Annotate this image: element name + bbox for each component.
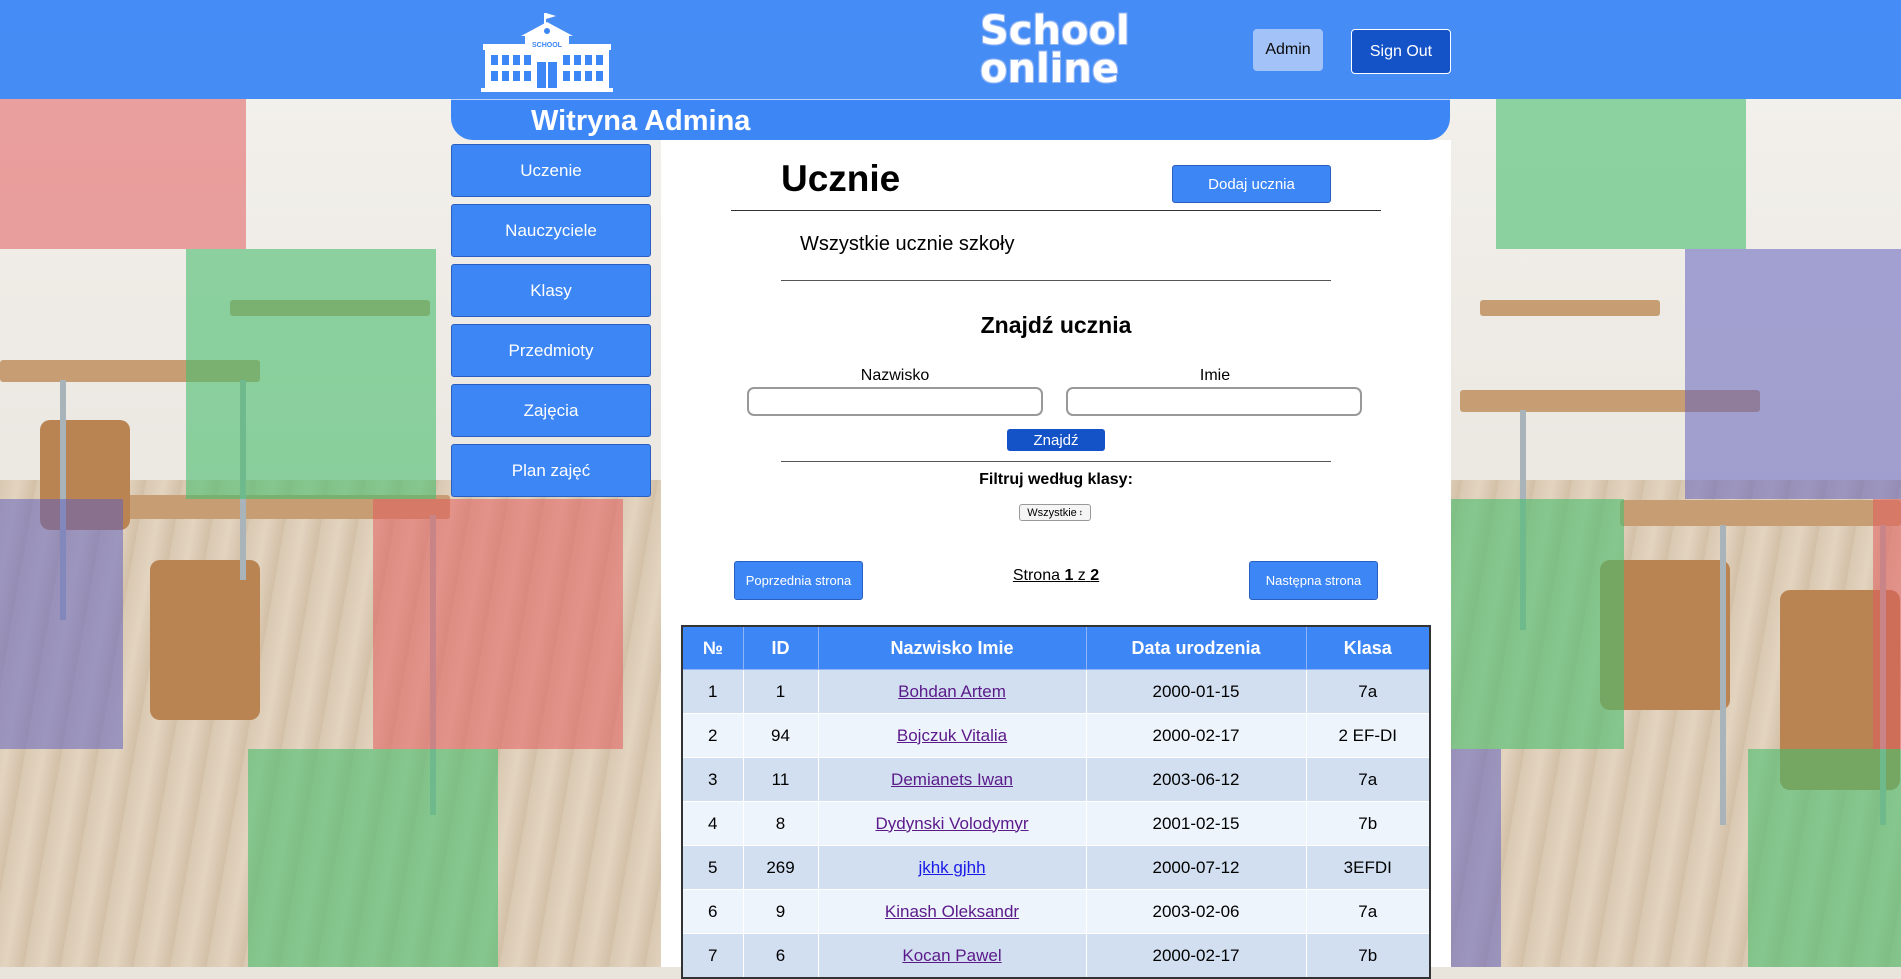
column-header-name: Nazwisko Imie	[817, 625, 1087, 670]
students-table: № ID Nazwisko Imie Data urodzenia Klasa …	[681, 625, 1431, 979]
class-filter-value: Wszystkie	[1027, 506, 1077, 519]
student-id: 269	[742, 845, 819, 890]
brand-line2: online	[980, 46, 1119, 92]
page-of: z	[1077, 567, 1086, 584]
student-name-link[interactable]: Demianets Iwan	[891, 770, 1013, 789]
student-id: 11	[742, 757, 819, 802]
birth-date: 2000-02-17	[1085, 713, 1307, 758]
class-name: 7a	[1305, 669, 1431, 714]
search-button[interactable]: Znajdź	[1007, 429, 1105, 451]
row-number: 3	[681, 757, 744, 802]
row-number: 2	[681, 713, 744, 758]
sidebar-item-lessons[interactable]: Zajęcia	[451, 384, 651, 437]
sidebar-nav: Uczenie Nauczyciele Klasy Przedmioty Zaj…	[451, 144, 651, 504]
first-name-input[interactable]	[1066, 387, 1362, 416]
class-name: 7b	[1305, 933, 1431, 979]
search-heading: Znajdź ucznia	[980, 312, 1132, 338]
student-name-link[interactable]: Bojczuk Vitalia	[897, 726, 1007, 745]
birth-date: 2000-02-17	[1085, 933, 1307, 979]
page-title: Ucznie	[781, 158, 901, 199]
divider	[781, 280, 1331, 281]
birth-date: 2000-01-15	[1085, 669, 1307, 714]
banner-title: Witryna Admina	[531, 105, 751, 137]
student-name-link[interactable]: Kinash Oleksandr	[885, 902, 1019, 921]
class-name: 2 EF-DI	[1305, 713, 1431, 758]
first-name-label: Imie	[1199, 367, 1231, 384]
table-row: 2 94 Bojczuk Vitalia 2000-02-17 2 EF-DI	[681, 713, 1431, 758]
class-name: 7a	[1305, 889, 1431, 934]
svg-text:SCHOOL: SCHOOL	[532, 42, 563, 49]
row-number: 7	[681, 933, 744, 979]
select-arrows-icon: ↕	[1078, 508, 1083, 517]
sidebar-item-subjects[interactable]: Przedmioty	[451, 324, 651, 377]
student-name-link[interactable]: Kocan Pawel	[902, 946, 1001, 965]
surname-label: Nazwisko	[860, 367, 930, 384]
brand-logo-text: School online	[980, 8, 1130, 92]
sidebar-item-teachers[interactable]: Nauczyciele	[451, 204, 651, 257]
birth-date: 2003-06-12	[1085, 757, 1307, 802]
student-name-cell: Bojczuk Vitalia	[817, 713, 1087, 758]
student-id: 94	[742, 713, 819, 758]
birth-date: 2001-02-15	[1085, 801, 1307, 846]
table-row: 6 9 Kinash Oleksandr 2003-02-06 7a	[681, 889, 1431, 934]
column-header-birthdate: Data urodzenia	[1085, 625, 1307, 670]
table-row: 1 1 Bohdan Artem 2000-01-15 7a	[681, 669, 1431, 714]
column-header-id: ID	[742, 625, 819, 670]
student-id: 9	[742, 889, 819, 934]
student-id: 8	[742, 801, 819, 846]
column-header-class: Klasa	[1305, 625, 1431, 670]
class-filter-select[interactable]: Wszystkie ↕	[1019, 504, 1091, 521]
page-subtitle: Wszystkie ucznie szkoły	[800, 233, 1015, 255]
top-header: SCHOOL School online Admin Sign Out	[0, 0, 1901, 99]
table-row: 4 8 Dydynski Volodymyr 2001-02-15 7b	[681, 801, 1431, 846]
student-name-link[interactable]: Bohdan Artem	[898, 682, 1006, 701]
add-student-button[interactable]: Dodaj ucznia	[1172, 165, 1331, 203]
admin-button[interactable]: Admin	[1253, 29, 1323, 71]
student-name-cell: jkhk gjhh	[817, 845, 1087, 890]
current-page: 1	[1064, 567, 1074, 584]
sidebar-item-schedule[interactable]: Plan zajęć	[451, 444, 651, 497]
table-row: 5 269 jkhk gjhh 2000-07-12 3EFDI	[681, 845, 1431, 890]
class-name: 3EFDI	[1305, 845, 1431, 890]
birth-date: 2003-02-06	[1085, 889, 1307, 934]
student-name-cell: Kinash Oleksandr	[817, 889, 1087, 934]
next-page-button[interactable]: Następna strona	[1249, 561, 1378, 600]
surname-input[interactable]	[747, 387, 1043, 416]
sign-out-button[interactable]: Sign Out	[1351, 29, 1451, 74]
class-name: 7b	[1305, 801, 1431, 846]
class-name: 7a	[1305, 757, 1431, 802]
brand-line1: School	[980, 8, 1130, 54]
divider	[781, 461, 1331, 462]
student-name-link[interactable]: jkhk gjhh	[918, 858, 985, 877]
student-name-cell: Dydynski Volodymyr	[817, 801, 1087, 846]
class-filter-label: Filtruj według klasy:	[979, 471, 1133, 488]
divider	[731, 210, 1381, 211]
total-pages: 2	[1090, 567, 1100, 584]
table-row: 7 6 Kocan Pawel 2000-02-17 7b	[681, 933, 1431, 979]
student-id: 6	[742, 933, 819, 979]
school-logo-icon[interactable]: SCHOOL	[481, 10, 613, 92]
page-text: Strona	[1012, 567, 1060, 584]
row-number: 4	[681, 801, 744, 846]
sidebar-item-classes[interactable]: Klasy	[451, 264, 651, 317]
row-number: 1	[681, 669, 744, 714]
main-panel: Ucznie Dodaj ucznia Wszystkie ucznie szk…	[661, 140, 1451, 979]
row-number: 5	[681, 845, 744, 890]
student-name-cell: Bohdan Artem	[817, 669, 1087, 714]
student-id: 1	[742, 669, 819, 714]
student-name-cell: Kocan Pawel	[817, 933, 1087, 979]
student-name-link[interactable]: Dydynski Volodymyr	[875, 814, 1028, 833]
column-header-number: №	[681, 625, 744, 670]
table-row: 3 11 Demianets Iwan 2003-06-12 7a	[681, 757, 1431, 802]
admin-banner: Witryna Admina	[451, 99, 1450, 140]
birth-date: 2000-07-12	[1085, 845, 1307, 890]
table-header-row: № ID Nazwisko Imie Data urodzenia Klasa	[681, 625, 1431, 670]
row-number: 6	[681, 889, 744, 934]
student-name-cell: Demianets Iwan	[817, 757, 1087, 802]
sidebar-item-students[interactable]: Uczenie	[451, 144, 651, 197]
